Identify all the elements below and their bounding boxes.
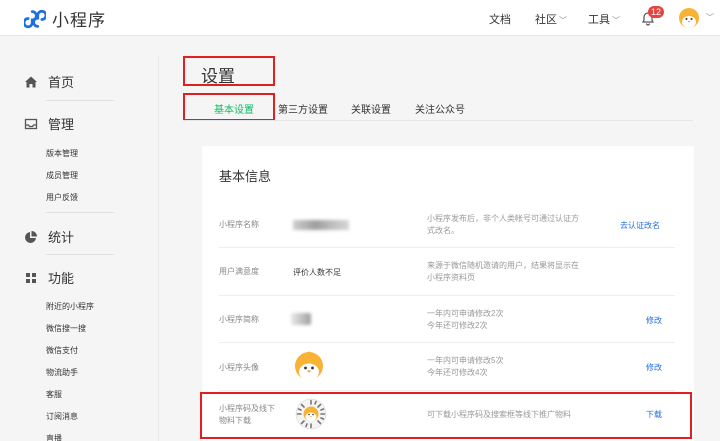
edit-short-name-link[interactable]: 修改 [646,315,662,326]
row-desc-line: 今年还可修改2次 [427,321,488,330]
row-divider [219,247,675,248]
sidebar-subitem-search[interactable]: 微信搜一搜 [46,323,86,334]
tab-follow-official[interactable]: 关注公众号 [415,101,465,116]
nav-community[interactable]: 社区 ﹀ [535,11,567,27]
row-desc-short-name: 一年内可申请修改2次 今年还可修改2次 [427,308,597,332]
satisfaction-value: 评价人数不足 [293,268,341,277]
tab-highlight-box [183,93,275,121]
row-desc-line: 式改名。 [427,226,459,235]
row-label-satisfaction: 用户满意度 [219,267,259,276]
sidebar-divider [46,254,114,255]
blurred-name-value [293,220,349,230]
edit-avatar-link[interactable]: 修改 [646,362,662,373]
sidebar-divider [158,56,159,441]
qrcode-row-highlight-box [200,392,692,439]
user-avatar-icon[interactable] [678,7,700,29]
mini-program-avatar-icon [295,351,323,381]
row-desc-name: 小程序发布后，非个人类帐号可通过认证方 式改名。 [427,213,597,237]
home-icon [25,76,37,87]
user-menu-chevron-icon[interactable]: ﹀ [706,12,714,23]
nav-tools-label: 工具 [588,14,610,26]
sidebar-subitem-pay[interactable]: 微信支付 [46,345,78,356]
notification-count-badge: 12 [648,6,665,18]
row-divider [219,342,675,343]
grid-icon [26,272,36,283]
row-desc-line: 小程序发布后，非个人类帐号可通过认证方 [427,214,579,223]
sidebar-subitem-members[interactable]: 成员管理 [46,170,78,181]
top-bar: 小程序 文档 社区 ﹀ 工具 ﹀ 12 ﹀ [0,0,720,36]
sidebar-item-label: 功能 [48,271,75,286]
sidebar-subitem-nearby[interactable]: 附近的小程序 [46,301,94,312]
sidebar-divider [46,100,114,101]
row-desc-line: 今年还可修改4次 [427,368,488,377]
row-desc-satisfaction: 来源于微信随机邀请的用户，结果将显示在 小程序资料页 [427,260,597,284]
nav-tools[interactable]: 工具 ﹀ [588,11,620,27]
sidebar-subitem-support[interactable]: 客服 [46,389,62,400]
row-label-name: 小程序名称 [219,220,259,229]
mini-program-logo-icon [24,9,46,28]
row-desc-line: 一年内可申请修改5次 [427,356,504,365]
sidebar-subitem-version[interactable]: 版本管理 [46,148,78,159]
title-highlight-box [183,56,275,86]
chevron-down-icon: ﹀ [559,16,567,25]
sidebar-divider [46,212,114,213]
row-divider [219,295,675,296]
sidebar-subitem-logistics[interactable]: 物流助手 [46,367,78,378]
logo[interactable]: 小程序 [24,6,106,31]
sidebar-item-home[interactable]: 首页 [24,72,74,91]
sidebar-subitem-feedback[interactable]: 用户反馈 [46,192,78,203]
tab-association[interactable]: 关联设置 [351,101,391,116]
sidebar-item-label: 管理 [48,117,75,132]
sidebar-item-manage[interactable]: 管理 [24,114,74,133]
sidebar-subitem-subscribe[interactable]: 订阅消息 [46,411,78,422]
tab-divider [183,120,693,121]
sidebar-item-label: 首页 [48,75,75,90]
tab-third-party[interactable]: 第三方设置 [278,101,328,116]
nav-community-label: 社区 [535,14,557,26]
verify-rename-link[interactable]: 去认证改名 [620,220,660,231]
row-desc-avatar: 一年内可申请修改5次 今年还可修改4次 [427,355,597,379]
app-name: 小程序 [52,11,106,30]
row-desc-line: 小程序资料页 [427,273,475,282]
pie-chart-icon [25,230,37,243]
row-label-short-name: 小程序简称 [219,315,259,324]
sidebar-subitem-live[interactable]: 直播 [46,433,62,441]
inbox-icon [24,118,38,129]
sidebar-item-features[interactable]: 功能 [24,268,74,287]
panel-title: 基本信息 [219,169,272,184]
row-label-avatar: 小程序头像 [219,363,259,372]
sidebar-item-stats[interactable]: 统计 [24,227,74,246]
nav-docs[interactable]: 文档 [489,11,511,27]
chevron-down-icon: ﹀ [612,16,620,25]
row-divider [219,390,675,391]
row-desc-line: 一年内可申请修改2次 [427,309,504,318]
row-desc-line: 来源于微信随机邀请的用户，结果将显示在 [427,261,579,270]
blurred-short-name-value [291,313,311,325]
sidebar-item-label: 统计 [48,230,75,245]
